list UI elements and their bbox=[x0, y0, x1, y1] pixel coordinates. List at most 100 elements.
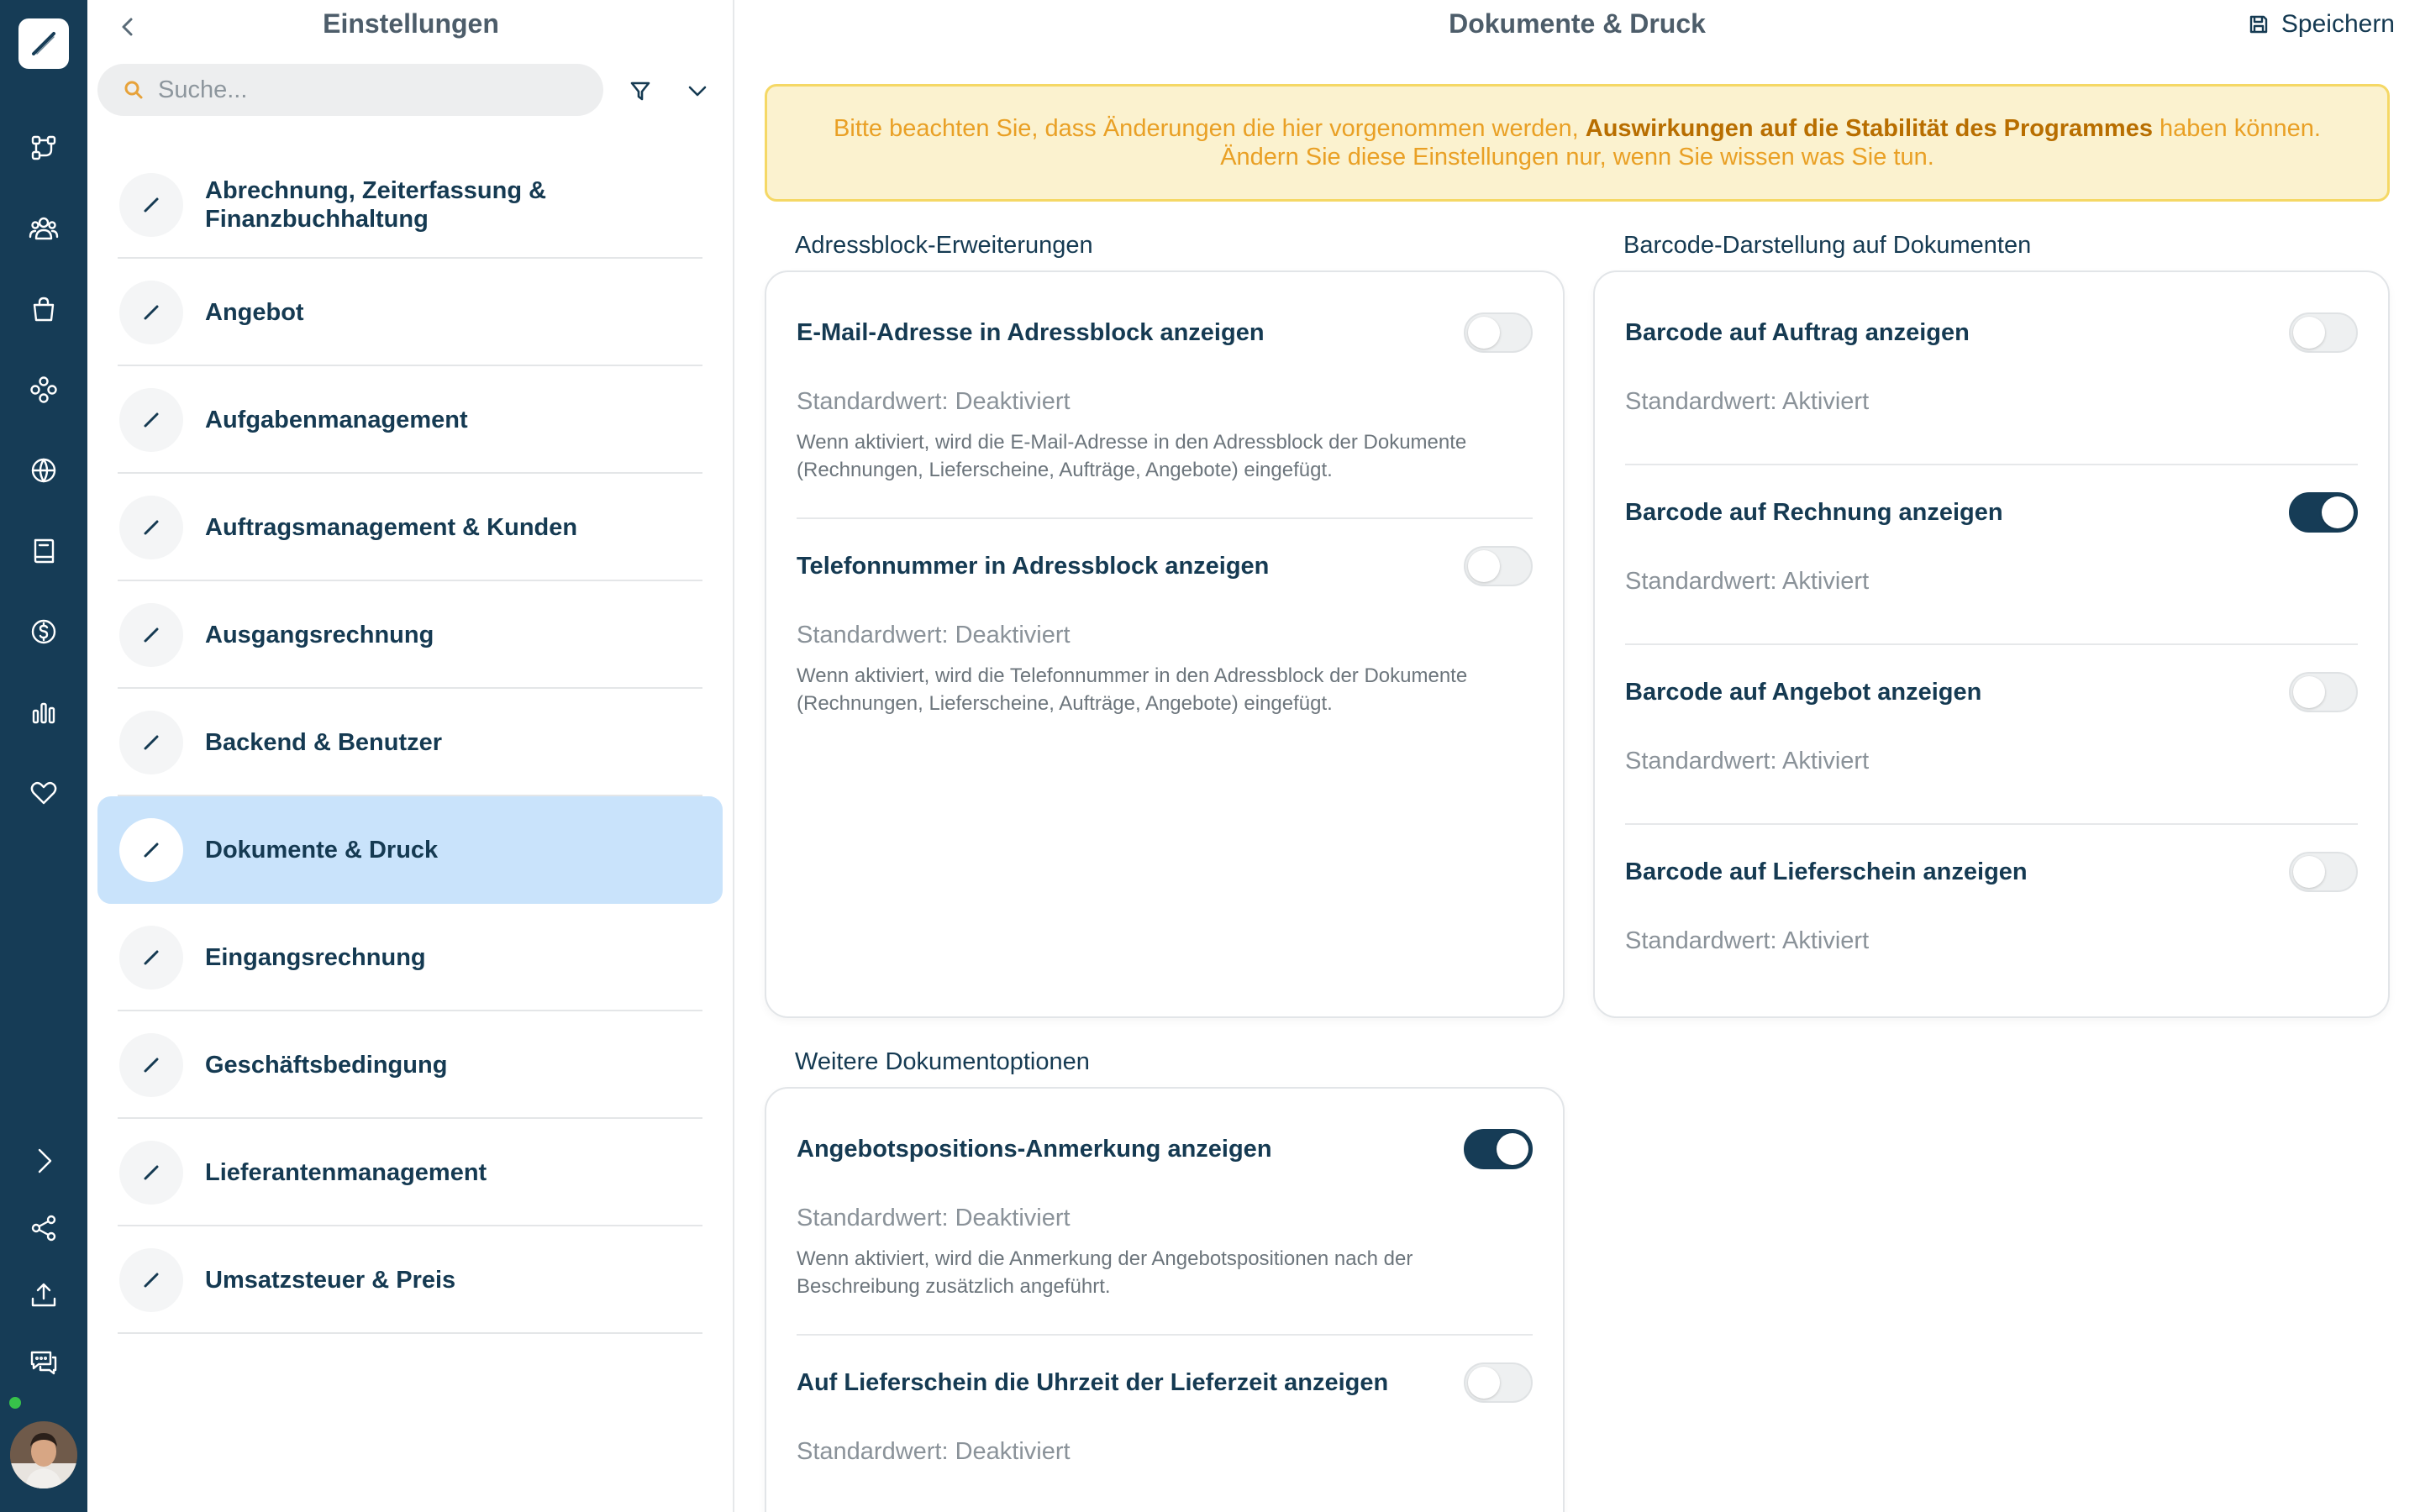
share-icon[interactable] bbox=[24, 1208, 64, 1248]
category-item-auftragsmanagement[interactable]: Auftragsmanagement & Kunden bbox=[97, 474, 723, 581]
edit-icon bbox=[119, 603, 183, 667]
setting-default: Standardwert: Aktiviert bbox=[1625, 748, 1870, 774]
search-box[interactable] bbox=[97, 64, 603, 116]
toggle-offer-position-note[interactable] bbox=[1464, 1129, 1533, 1169]
setting-description-line: (Rechnungen, Lieferscheine, Aufträge, An… bbox=[797, 459, 1333, 481]
toggle-barcode-order[interactable] bbox=[2289, 312, 2358, 353]
setting-default: Standardwert: Deaktiviert bbox=[797, 1205, 1071, 1231]
divider bbox=[797, 517, 1533, 519]
divider bbox=[797, 1334, 1533, 1336]
left-rail bbox=[0, 0, 87, 1512]
list-header: Einstellungen bbox=[87, 0, 734, 50]
section-title-address: Adressblock-Erweiterungen bbox=[795, 232, 1093, 259]
divider bbox=[1625, 464, 2358, 465]
toggle-knob bbox=[2293, 676, 2325, 708]
filter-button[interactable] bbox=[622, 74, 659, 108]
app-logo[interactable] bbox=[18, 18, 69, 69]
list-title: Einstellungen bbox=[323, 8, 499, 39]
category-label: Umsatzsteuer & Preis bbox=[205, 1267, 456, 1294]
setting-description-line: Beschreibung zusätzlich angeführt. bbox=[797, 1275, 1111, 1298]
toggle-email-in-address[interactable] bbox=[1464, 312, 1533, 353]
category-item-aufgabenmanagement[interactable]: Aufgabenmanagement bbox=[97, 366, 723, 474]
category-label: Lieferantenmanagement bbox=[205, 1159, 487, 1186]
setting-description: Wenn aktiviert, wird die Telefonnummer i… bbox=[797, 662, 1553, 717]
save-label: Speichern bbox=[2281, 10, 2395, 38]
toggle-knob bbox=[1468, 317, 1500, 349]
warning-line-1: Bitte beachten Sie, dass Änderungen die … bbox=[834, 114, 2321, 143]
category-item-lieferantenmanagement[interactable]: Lieferantenmanagement bbox=[97, 1119, 723, 1226]
category-label: Dokumente & Druck bbox=[205, 837, 439, 864]
setting-description-line: Wenn aktiviert, wird die Anmerkung der A… bbox=[797, 1247, 1413, 1270]
upload-icon[interactable] bbox=[24, 1275, 64, 1315]
category-item-dokumente[interactable]: Dokumente & Druck bbox=[97, 796, 723, 904]
category-label: Backend & Benutzer bbox=[205, 729, 443, 756]
category-label: Aufgabenmanagement bbox=[205, 407, 468, 433]
shopping-bag-icon[interactable] bbox=[24, 289, 64, 329]
more-options-card: Angebotspositions-Anmerkung anzeigen Sta… bbox=[765, 1087, 1565, 1512]
category-item-angebot[interactable]: Angebot bbox=[97, 259, 723, 366]
bar-chart-icon[interactable] bbox=[24, 692, 64, 732]
edit-icon bbox=[119, 173, 183, 237]
edit-icon bbox=[119, 1141, 183, 1205]
dollar-icon[interactable] bbox=[24, 612, 64, 652]
setting-default: Standardwert: Deaktiviert bbox=[797, 622, 1071, 648]
section-title-barcode: Barcode-Darstellung auf Dokumenten bbox=[1623, 232, 2032, 259]
category-item-umsatzsteuer[interactable]: Umsatzsteuer & Preis bbox=[97, 1226, 723, 1334]
setting-description-line: (Rechnungen, Lieferscheine, Aufträge, An… bbox=[797, 692, 1333, 715]
toggle-delivery-time-on-note[interactable] bbox=[1464, 1362, 1533, 1403]
search-input[interactable] bbox=[158, 76, 561, 104]
heart-icon[interactable] bbox=[24, 773, 64, 813]
toggle-barcode-delivery-note[interactable] bbox=[2289, 852, 2358, 892]
setting-label: Barcode auf Auftrag anzeigen bbox=[1625, 319, 1970, 346]
edit-icon bbox=[119, 496, 183, 559]
category-list: Abrechnung, Zeiterfassung & Finanzbuchha… bbox=[97, 151, 723, 1334]
avatar[interactable] bbox=[10, 1421, 77, 1488]
expand-icon[interactable] bbox=[24, 1141, 64, 1181]
setting-default: Standardwert: Aktiviert bbox=[1625, 568, 1870, 595]
setting-label: Angebotspositions-Anmerkung anzeigen bbox=[797, 1136, 1272, 1163]
category-item-eingangsrechnung[interactable]: Eingangsrechnung bbox=[97, 904, 723, 1011]
save-button[interactable]: Speichern bbox=[2248, 10, 2395, 39]
edit-icon bbox=[119, 1248, 183, 1312]
logo-icon bbox=[32, 32, 55, 55]
category-item-backend[interactable]: Backend & Benutzer bbox=[97, 689, 723, 796]
divider bbox=[1625, 643, 2358, 645]
toggle-knob bbox=[2293, 317, 2325, 349]
toggle-phone-in-address[interactable] bbox=[1464, 546, 1533, 586]
setting-default: Standardwert: Deaktiviert bbox=[797, 388, 1071, 415]
toggle-barcode-invoice[interactable] bbox=[2289, 492, 2358, 533]
warning-emphasis: Auswirkungen auf die Stabilität des Prog… bbox=[1585, 115, 2153, 142]
modules-icon[interactable] bbox=[24, 370, 64, 410]
online-status-dot bbox=[7, 1394, 24, 1411]
users-icon[interactable] bbox=[24, 208, 64, 249]
workflow-icon[interactable] bbox=[24, 128, 64, 168]
setting-default: Standardwert: Aktiviert bbox=[1625, 927, 1870, 954]
setting-label: Barcode auf Lieferschein anzeigen bbox=[1625, 858, 2028, 885]
category-item-geschaeftsbedingung[interactable]: Geschäftsbedingung bbox=[97, 1011, 723, 1119]
category-item-ausgangsrechnung[interactable]: Ausgangsrechnung bbox=[97, 581, 723, 689]
search-icon bbox=[124, 81, 143, 99]
toggle-knob bbox=[1468, 1367, 1500, 1399]
save-icon bbox=[2249, 15, 2268, 34]
barcode-card: Barcode auf Auftrag anzeigen Standardwer… bbox=[1593, 270, 2390, 1018]
edit-icon bbox=[119, 926, 183, 990]
warning-banner: Bitte beachten Sie, dass Änderungen die … bbox=[765, 84, 2390, 202]
edit-icon bbox=[119, 711, 183, 774]
setting-label: Barcode auf Angebot anzeigen bbox=[1625, 679, 1982, 706]
collapse-button[interactable] bbox=[679, 74, 716, 108]
category-label: Auftragsmanagement & Kunden bbox=[205, 514, 578, 541]
category-item-abrechnung[interactable]: Abrechnung, Zeiterfassung & Finanzbuchha… bbox=[97, 151, 723, 259]
book-icon[interactable] bbox=[24, 531, 64, 571]
edit-icon bbox=[119, 1033, 183, 1097]
toggle-knob bbox=[1497, 1133, 1528, 1165]
category-label: Ausgangsrechnung bbox=[205, 622, 434, 648]
globe-icon[interactable] bbox=[24, 450, 64, 491]
toggle-barcode-offer[interactable] bbox=[2289, 672, 2358, 712]
setting-description: Wenn aktiviert, wird die Anmerkung der A… bbox=[797, 1245, 1553, 1300]
chat-icon[interactable] bbox=[24, 1342, 64, 1383]
setting-label: Auf Lieferschein die Uhrzeit der Lieferz… bbox=[797, 1369, 1389, 1396]
filter-icon bbox=[630, 81, 650, 101]
setting-description: Wenn aktiviert, wird die E-Mail-Adresse … bbox=[797, 428, 1553, 484]
setting-label: Barcode auf Rechnung anzeigen bbox=[1625, 499, 2003, 526]
setting-default: Standardwert: Aktiviert bbox=[1625, 388, 1870, 415]
